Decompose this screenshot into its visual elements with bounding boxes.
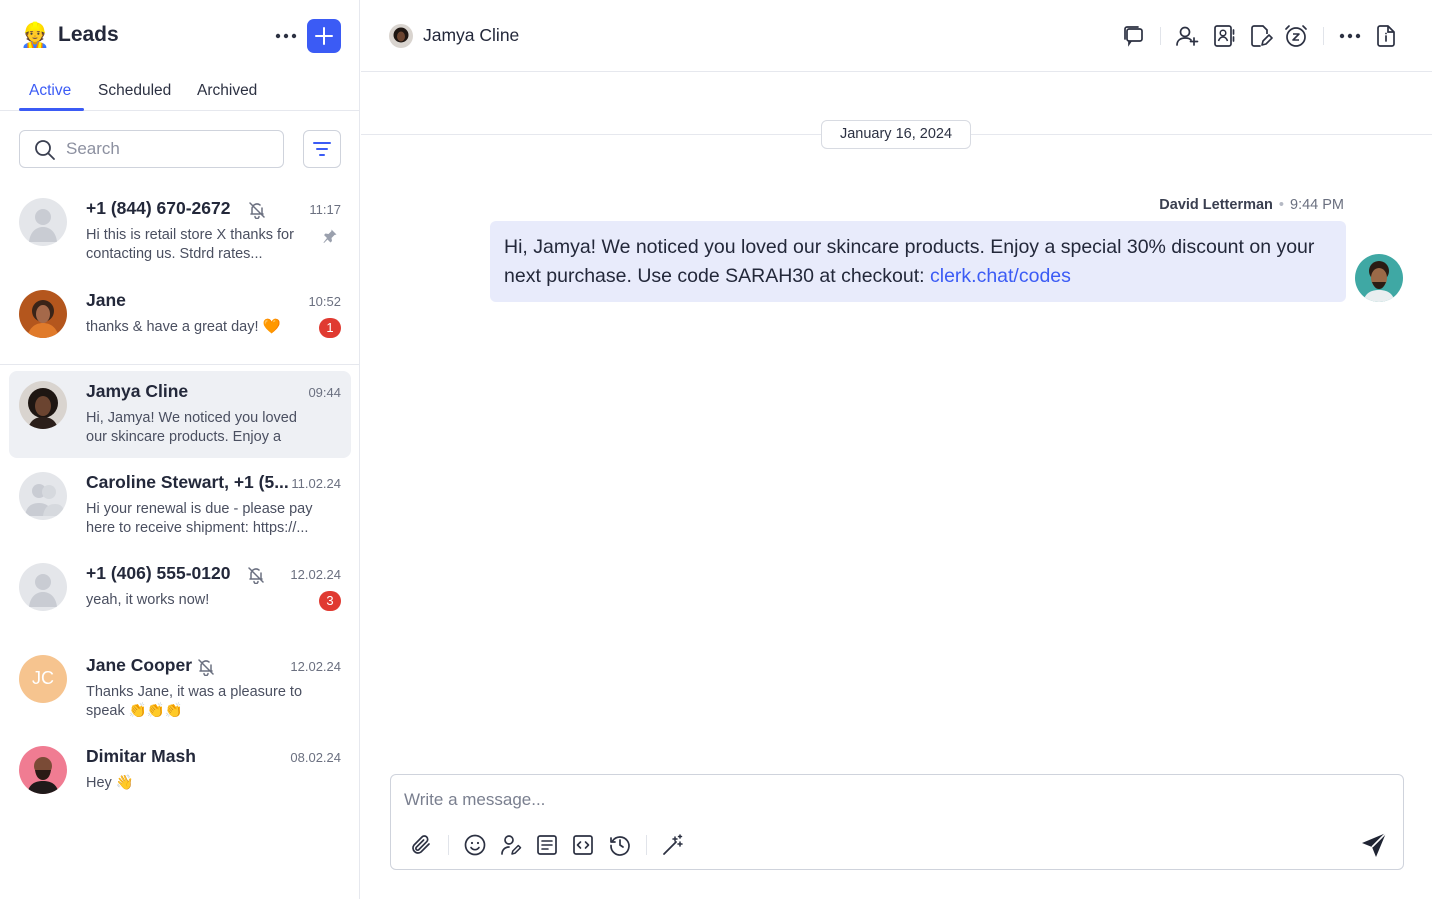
contact-avatar[interactable] (389, 24, 413, 48)
pin-icon[interactable] (322, 228, 338, 244)
document-icon[interactable] (1373, 23, 1399, 49)
active-tab-indicator (19, 108, 84, 111)
conversation-item[interactable]: +1 (406) 555-0120 12.02.24 yeah, it work… (9, 553, 351, 640)
template-icon[interactable] (535, 833, 559, 857)
more-horizontal-icon (275, 33, 297, 39)
filter-button[interactable] (303, 130, 341, 168)
contact-card-icon[interactable] (1211, 23, 1237, 49)
message-composer (390, 774, 1404, 870)
chat-header: Jamya Cline (361, 0, 1432, 72)
message-preview: Hi, Jamya! We noticed you loved our skin… (86, 410, 297, 445)
contact-name: +1 (844) 670-2672 (86, 198, 231, 218)
meta-separator-dot: • (1278, 197, 1284, 213)
tab-scheduled[interactable]: Scheduled (98, 82, 171, 100)
message-time: 9:44 PM (1290, 197, 1344, 213)
conversation-item[interactable]: +1 (844) 670-2672 11:17 Hi this is retai… (9, 188, 351, 275)
bell-muted-icon (198, 659, 214, 676)
avatar-initials: JC (32, 668, 54, 688)
filter-icon (313, 142, 331, 156)
edit-note-icon[interactable] (1247, 23, 1273, 49)
send-icon[interactable] (1359, 830, 1389, 860)
message-preview: Hi your renewal is due - please pay here… (86, 501, 313, 536)
contact-name: Dimitar Mash (86, 746, 196, 766)
conversation-time: 08.02.24 (290, 750, 341, 765)
conversation-item[interactable]: Dimitar Mash 08.02.24 Hey 👋 (9, 736, 351, 823)
tab-active[interactable]: Active (29, 82, 71, 100)
avatar-placeholder (19, 198, 67, 246)
message-text: Hi, Jamya! We noticed you loved our skin… (504, 236, 1315, 287)
new-conversation-button[interactable] (307, 19, 341, 53)
attachment-icon[interactable] (409, 833, 433, 857)
chat-contact-name[interactable]: Jamya Cline (423, 25, 519, 46)
contact-name: Jane Cooper (86, 655, 192, 675)
tab-archived[interactable]: Archived (197, 82, 257, 100)
more-icon[interactable] (1337, 23, 1363, 49)
contact-name: Caroline Stewart, +1 (5... (86, 472, 289, 492)
message-link[interactable]: clerk.chat/codes (930, 265, 1071, 287)
plus-icon (315, 27, 333, 45)
composer-divider (448, 835, 449, 855)
page-title: Leads (58, 23, 119, 46)
conversation-time: 12.02.24 (290, 567, 341, 582)
conversation-item[interactable]: Jane 10:52 thanks & have a great day! 🧡 … (9, 280, 351, 367)
sender-avatar (1355, 254, 1403, 302)
toolbar-divider (1323, 27, 1324, 45)
avatar (19, 746, 67, 794)
divider (0, 364, 360, 365)
message-preview: thanks & have a great day! 🧡 (86, 319, 281, 335)
message-preview: Hi this is retail store X thanks for con… (86, 227, 294, 262)
schedule-icon[interactable] (608, 833, 632, 857)
avatar (19, 290, 67, 338)
avatar (19, 381, 67, 429)
message-preview: yeah, it works now! (86, 592, 210, 608)
add-contact-icon[interactable] (1174, 23, 1200, 49)
chat-panel: Jamya Cline January 16, 2024 David Lette… (361, 0, 1432, 899)
unread-badge: 1 (319, 318, 341, 338)
message-meta: David Letterman • 9:44 PM (1159, 197, 1344, 213)
bell-muted-icon (249, 202, 265, 219)
sidebar-header: 👷 Leads (0, 0, 360, 72)
sidebar: 👷 Leads Active Scheduled Archived Search… (0, 0, 360, 899)
toolbar-divider (1160, 27, 1161, 45)
conversation-time: 11.02.24 (291, 476, 341, 491)
search-icon (35, 140, 55, 160)
search-box (19, 130, 284, 168)
more-options-button[interactable] (272, 24, 300, 48)
worker-emoji-icon: 👷 (20, 22, 50, 49)
unread-badge: 3 (319, 591, 341, 611)
conversation-time: 09:44 (308, 385, 341, 400)
date-divider: January 16, 2024 (821, 120, 971, 149)
emoji-icon[interactable] (463, 833, 487, 857)
message-bubble: Hi, Jamya! We noticed you loved our skin… (490, 221, 1346, 302)
conversation-item[interactable]: JC Jane Cooper 12.02.24 Thanks Jane, it … (9, 645, 351, 732)
conversation-time: 11:17 (309, 202, 341, 217)
conversation-item[interactable]: Caroline Stewart, +1 (5... 11.02.24 Hi y… (9, 462, 351, 549)
message-preview: Thanks Jane, it was a pleasure to speak … (86, 684, 303, 719)
ai-magic-wand-icon[interactable] (661, 833, 685, 857)
message-sender: David Letterman (1159, 197, 1273, 213)
contact-name: +1 (406) 555-0120 (86, 563, 231, 583)
contact-name: Jamya Cline (86, 381, 189, 401)
group-avatar-placeholder (19, 472, 67, 520)
conversation-time: 12.02.24 (290, 659, 341, 674)
conversation-time: 10:52 (308, 294, 341, 309)
bell-muted-icon (248, 567, 264, 584)
contact-name: Jane (86, 290, 126, 310)
snooze-alarm-icon[interactable] (1283, 23, 1309, 49)
composer-divider (646, 835, 647, 855)
conversation-tabs: Active Scheduled Archived (0, 72, 360, 111)
code-snippet-icon[interactable] (571, 833, 595, 857)
avatar-placeholder (19, 563, 67, 611)
assign-user-icon[interactable] (499, 833, 523, 857)
conversation-item-selected[interactable]: Jamya Cline 09:44 Hi, Jamya! We noticed … (9, 371, 351, 458)
message-preview: Hey 👋 (86, 775, 134, 791)
initials-avatar: JC (19, 655, 67, 703)
search-input[interactable] (66, 137, 276, 161)
message-input[interactable] (404, 787, 1344, 813)
conversations-icon[interactable] (1121, 23, 1147, 49)
